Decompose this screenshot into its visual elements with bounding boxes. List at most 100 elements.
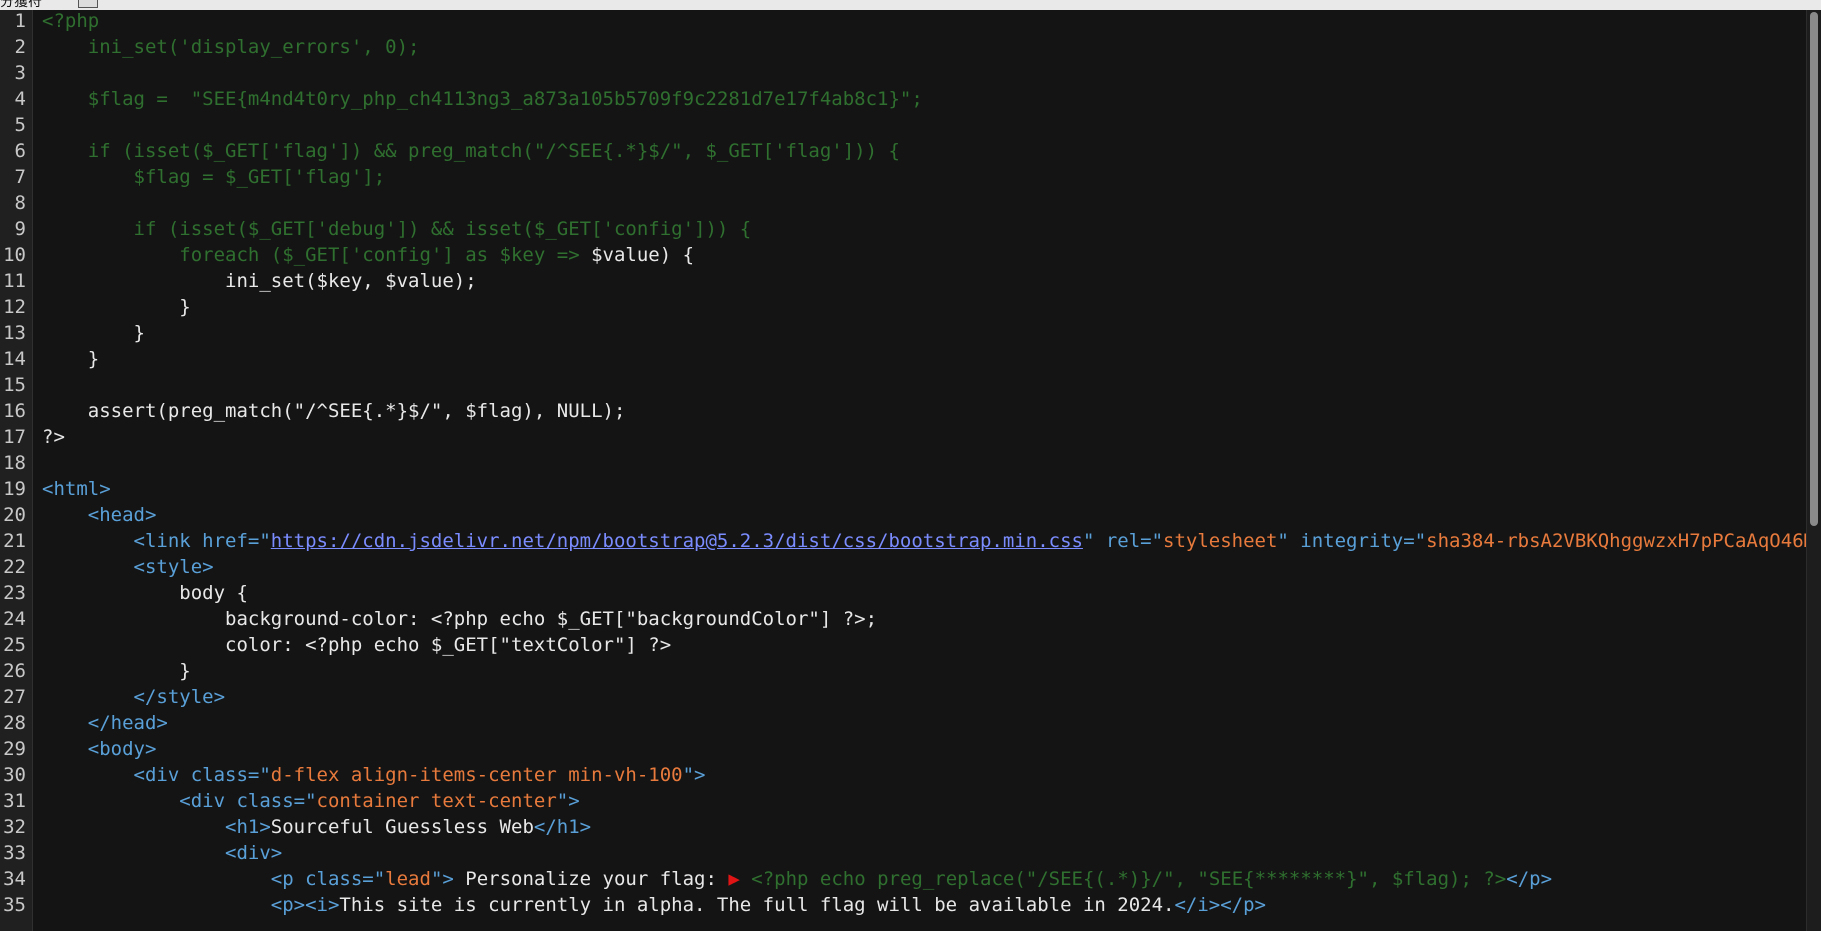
code-line[interactable]: } xyxy=(42,658,190,684)
line-number: 33 xyxy=(3,842,26,864)
code-token: <head> xyxy=(42,504,157,526)
code-token: d-flex align-items-center min-vh-100 xyxy=(270,764,683,786)
code-line[interactable]: body { xyxy=(42,580,248,606)
code-line[interactable]: ini_set($key, $value); xyxy=(42,268,477,294)
code-token: ini_set($key, $value); xyxy=(42,270,477,292)
code-line[interactable]: <?php xyxy=(42,10,99,34)
code-editor[interactable]: <?php ini_set('display_errors', 0); $fla… xyxy=(42,10,1807,931)
code-token: color: <?php echo $_GET["textColor"] ?> xyxy=(42,634,672,656)
line-number: 2 xyxy=(14,36,26,58)
code-token: ini_set('display_errors', 0); xyxy=(42,36,420,58)
line-number: 17 xyxy=(3,426,26,448)
code-token: foreach ($_GET['config'] as $key => xyxy=(42,244,592,266)
line-number: 35 xyxy=(3,894,26,916)
code-token: " rel=" xyxy=(1082,530,1164,552)
code-token: $value) { xyxy=(591,244,695,266)
code-line[interactable]: <body> xyxy=(42,736,157,762)
line-number: 24 xyxy=(3,608,26,630)
code-token[interactable]: https://cdn.jsdelivr.net/npm/bootstrap@5… xyxy=(271,530,1083,552)
code-token: "> xyxy=(430,868,466,890)
code-token: if (isset($_GET['flag']) && preg_match("… xyxy=(42,140,900,162)
code-token: "> xyxy=(556,790,580,812)
code-token: <p><i> xyxy=(42,894,340,916)
code-line[interactable]: <p><i>This site is currently in alpha. T… xyxy=(42,892,1266,918)
code-token: <div> xyxy=(42,842,283,864)
code-token: <p class=" xyxy=(42,868,386,890)
scrollbar-thumb[interactable] xyxy=(1810,12,1818,526)
code-token: <div class=" xyxy=(42,764,271,786)
code-token: <body> xyxy=(42,738,157,760)
code-line[interactable]: } xyxy=(42,346,99,372)
code-line[interactable]: <style> xyxy=(42,554,214,580)
code-line[interactable]: $flag = $_GET['flag']; xyxy=(42,164,386,190)
code-token: background-color: <?php echo $_GET["back… xyxy=(42,608,878,630)
code-token: This site is currently in alpha. The ful… xyxy=(339,894,1175,916)
code-token: </h1> xyxy=(533,816,592,838)
line-number: 4 xyxy=(14,88,26,110)
vertical-scrollbar[interactable] xyxy=(1806,10,1821,931)
code-line[interactable]: <head> xyxy=(42,502,157,528)
code-token: " integrity=" xyxy=(1277,530,1427,552)
code-token: Sourceful Guessless Web xyxy=(270,816,534,838)
code-token: } xyxy=(42,348,100,370)
code-token: <html> xyxy=(42,478,111,500)
code-line[interactable]: $flag = "SEE{m4nd4t0ry_php_ch4113ng3_a87… xyxy=(42,86,923,112)
code-line[interactable]: foreach ($_GET['config'] as $key => $val… xyxy=(42,242,694,268)
code-line[interactable]: </style> xyxy=(42,684,226,710)
code-line[interactable]: <html> xyxy=(42,476,111,502)
code-line[interactable]: <div class="d-flex align-items-center mi… xyxy=(42,762,706,788)
code-line[interactable]: </head> xyxy=(42,710,168,736)
code-token: } xyxy=(42,296,191,318)
code-line[interactable]: } xyxy=(42,294,191,320)
code-line[interactable]: <p class="lead"> Personalize your flag: … xyxy=(42,866,1552,892)
line-number: 6 xyxy=(14,140,26,162)
close-icon[interactable] xyxy=(78,0,98,8)
line-number: 8 xyxy=(14,192,26,214)
code-line[interactable]: <link href="https://cdn.jsdelivr.net/npm… xyxy=(42,528,1808,554)
line-number: 9 xyxy=(14,218,26,240)
code-token: </p> xyxy=(1506,868,1553,890)
line-number: 22 xyxy=(3,556,26,578)
line-number: 5 xyxy=(14,114,26,136)
code-token: body { xyxy=(42,582,248,604)
line-number: 28 xyxy=(3,712,26,734)
code-token: $flag = $_GET['flag']; xyxy=(42,166,386,188)
code-token: lead xyxy=(385,868,431,890)
line-number: 10 xyxy=(3,244,26,266)
code-token: if (isset($_GET['debug']) && isset($_GET… xyxy=(42,218,752,240)
line-number: 3 xyxy=(14,62,26,84)
line-number: 19 xyxy=(3,478,26,500)
line-number: 16 xyxy=(3,400,26,422)
code-line[interactable]: <div> xyxy=(42,840,282,866)
line-number: 1 xyxy=(14,10,26,32)
code-line[interactable]: } xyxy=(42,320,145,346)
code-line[interactable]: <h1>Sourceful Guessless Web</h1> xyxy=(42,814,591,840)
code-token: "> xyxy=(682,764,706,786)
line-number: 23 xyxy=(3,582,26,604)
line-number: 31 xyxy=(3,790,26,812)
code-line[interactable]: ini_set('display_errors', 0); xyxy=(42,34,420,60)
line-number: 18 xyxy=(3,452,26,474)
line-number: 29 xyxy=(3,738,26,760)
code-line[interactable]: background-color: <?php echo $_GET["back… xyxy=(42,606,877,632)
code-line[interactable]: <div class="container text-center"> xyxy=(42,788,580,814)
tab-bar: 分獲符 xyxy=(0,0,1821,10)
line-number: 25 xyxy=(3,634,26,656)
line-number: 11 xyxy=(3,270,26,292)
code-token: Personalize your flag: xyxy=(465,868,729,890)
code-token: $flag = "SEE{m4nd4t0ry_php_ch4113ng3_a87… xyxy=(42,88,923,110)
code-line[interactable]: if (isset($_GET['debug']) && isset($_GET… xyxy=(42,216,752,242)
line-number: 26 xyxy=(3,660,26,682)
line-number: 32 xyxy=(3,816,26,838)
flag-icon: ▶ xyxy=(728,868,740,890)
code-token: sha384-rbsA2VBKQhggwzxH7pPCaAqO46M xyxy=(1426,530,1807,552)
code-token: </i></p> xyxy=(1174,894,1266,916)
line-number: 34 xyxy=(3,868,26,890)
code-line[interactable]: if (isset($_GET['flag']) && preg_match("… xyxy=(42,138,900,164)
code-line[interactable]: assert(preg_match("/^SEE{.*}$/", $flag),… xyxy=(42,398,626,424)
code-line[interactable]: color: <?php echo $_GET["textColor"] ?> xyxy=(42,632,671,658)
code-line[interactable]: ?> xyxy=(42,424,65,450)
code-token: stylesheet xyxy=(1163,530,1278,552)
code-token: <style> xyxy=(42,556,214,578)
code-token: <?php xyxy=(42,10,100,32)
